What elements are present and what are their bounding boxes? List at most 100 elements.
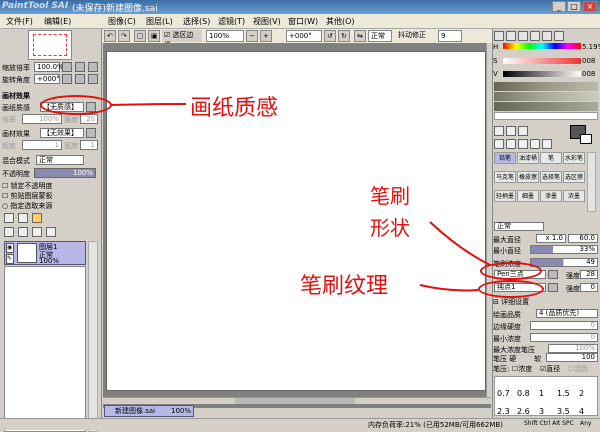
- swatch-icon[interactable]: [542, 31, 552, 41]
- visibility-eye-icon[interactable]: ◉: [6, 243, 14, 253]
- magic-wand-icon[interactable]: [518, 126, 528, 136]
- size-preset[interactable]: 2.3: [497, 407, 510, 416]
- tool-marker[interactable]: 马克笔: [494, 171, 516, 183]
- tool-ink-2[interactable]: 细墨: [517, 190, 539, 202]
- zoom-out-icon[interactable]: −: [246, 30, 258, 42]
- invert-icon[interactable]: ▣: [148, 30, 160, 42]
- layer-list-area[interactable]: [4, 266, 86, 432]
- horizontal-scrollbar[interactable]: [103, 397, 491, 404]
- max-size-multiplier[interactable]: x 1.0: [536, 234, 566, 243]
- tool-ink-3[interactable]: 渗墨: [540, 190, 562, 202]
- maximize-button[interactable]: □: [567, 1, 581, 12]
- menu-select[interactable]: 选择(S): [183, 16, 210, 27]
- pressure-blend-checkbox[interactable]: ☐混色: [568, 364, 588, 374]
- menu-layer[interactable]: 图层(L): [146, 16, 173, 27]
- menu-image[interactable]: 图像(C): [108, 16, 136, 27]
- lasso-icon[interactable]: [506, 126, 516, 136]
- degree-value[interactable]: 1: [22, 140, 62, 150]
- color-wheel-icon[interactable]: [494, 31, 504, 41]
- quality-select[interactable]: 4 (品质优先): [536, 309, 598, 318]
- paper-section-header[interactable]: 画材效果: [2, 91, 30, 101]
- close-button[interactable]: ×: [583, 1, 597, 12]
- tool-select-eraser[interactable]: 选区擦: [563, 171, 585, 183]
- value-slider[interactable]: [503, 71, 581, 77]
- layer-scrollbar[interactable]: [88, 241, 98, 432]
- tool-pencil[interactable]: 铅笔: [494, 152, 516, 164]
- menu-other[interactable]: 其他(O): [326, 16, 355, 27]
- selection-source-checkbox[interactable]: ○ 指定选取来源: [2, 201, 52, 211]
- zoom-value[interactable]: 100.0%: [34, 62, 64, 72]
- zoom-plus-icon[interactable]: [75, 62, 85, 72]
- width-value[interactable]: 1: [80, 140, 98, 150]
- new-layer-icon[interactable]: [4, 213, 14, 223]
- redo-icon[interactable]: ↷: [118, 30, 130, 42]
- rotate-tool-icon[interactable]: [530, 139, 540, 149]
- zoom-reset-icon[interactable]: [88, 62, 98, 72]
- move-icon[interactable]: [494, 139, 504, 149]
- new-folder-icon[interactable]: [32, 213, 42, 223]
- tool-ink-4[interactable]: 浓墨: [563, 190, 585, 202]
- brush-mode-select[interactable]: 正常: [494, 222, 544, 231]
- saturation-slider[interactable]: [503, 58, 581, 64]
- delete-layer-icon[interactable]: [46, 227, 56, 237]
- size-preset[interactable]: 2.6: [517, 407, 530, 416]
- brush-texture-dropdown-icon[interactable]: [548, 283, 558, 292]
- zoom-in-icon[interactable]: +: [260, 30, 272, 42]
- hue-slider[interactable]: [503, 43, 581, 49]
- layer-item[interactable]: ◉ ✎ 图层1 正常 100%: [4, 241, 86, 265]
- eyedropper-icon[interactable]: [542, 139, 552, 149]
- scratch-pad-icon[interactable]: [554, 31, 564, 41]
- effect-select[interactable]: 【无效果】: [40, 128, 84, 138]
- rotate-reset-icon[interactable]: [88, 74, 98, 84]
- size-preset[interactable]: 2: [579, 389, 584, 398]
- color-swatches-row-2[interactable]: [494, 92, 598, 101]
- zoom-minus-icon[interactable]: [62, 62, 72, 72]
- brush-shape-dropdown-icon[interactable]: [548, 270, 558, 279]
- tool-bucket[interactable]: 油漆桶: [517, 152, 539, 164]
- gradient-icon[interactable]: [530, 31, 540, 41]
- copy-layer-icon[interactable]: [4, 227, 14, 237]
- scale-value[interactable]: 100%: [22, 114, 62, 124]
- max-density-pressure-slider[interactable]: 100%: [548, 344, 598, 353]
- lock-opacity-checkbox[interactable]: ☐ 锁定不透明度: [2, 181, 53, 191]
- min-density-slider[interactable]: 0: [530, 333, 598, 342]
- tool-scrollbar[interactable]: [587, 152, 596, 212]
- selection-edge-toggle[interactable]: ☑ 选区边缘: [162, 30, 202, 49]
- menu-file[interactable]: 文件(F): [6, 16, 33, 27]
- drawing-canvas[interactable]: [106, 51, 486, 391]
- shape-strength-value[interactable]: 28: [580, 270, 598, 279]
- stabilizer-select[interactable]: 9: [438, 30, 462, 42]
- strength-value[interactable]: 20: [80, 114, 98, 124]
- size-preset[interactable]: 1: [539, 389, 544, 398]
- rotate-right-icon[interactable]: ↻: [338, 30, 350, 42]
- rotate-left-icon[interactable]: [62, 74, 72, 84]
- tool-eraser[interactable]: 橡皮擦: [517, 171, 539, 183]
- size-preset[interactable]: 3.5: [557, 407, 570, 416]
- max-size-value[interactable]: 60.0: [568, 234, 598, 243]
- size-preset[interactable]: 0.8: [517, 389, 530, 398]
- size-preset[interactable]: 3: [539, 407, 544, 416]
- rotate-value[interactable]: +000°: [34, 74, 60, 84]
- blend-select[interactable]: 正常: [368, 30, 392, 42]
- menu-view[interactable]: 视图(V): [253, 16, 281, 27]
- pressure-density-checkbox[interactable]: ☐浓度: [512, 364, 532, 374]
- clip-layer-checkbox[interactable]: ☐ 剪贴图层蒙板: [2, 191, 53, 201]
- rotate-field[interactable]: +000°: [286, 30, 322, 42]
- document-tab[interactable]: 新建图像.sai 100%: [104, 405, 194, 417]
- tool-pen[interactable]: 笔: [540, 152, 562, 164]
- color-swatches-row-3[interactable]: [494, 102, 598, 111]
- brush-density-slider[interactable]: 49: [530, 258, 598, 267]
- size-preset[interactable]: 1.5: [557, 389, 570, 398]
- menu-filter[interactable]: 滤镜(T): [218, 16, 245, 27]
- scratch-pad[interactable]: [494, 112, 598, 120]
- flip-icon[interactable]: ⇋: [354, 30, 366, 42]
- effect-dropdown-icon[interactable]: [86, 128, 96, 138]
- select-rect-icon[interactable]: [494, 126, 504, 136]
- detail-settings-toggle[interactable]: ⊟ 详细设置: [493, 297, 529, 307]
- hand-icon[interactable]: [518, 139, 528, 149]
- color-swatches-row-1[interactable]: [494, 82, 598, 91]
- tool-ink-1[interactable]: 轻柄墨: [494, 190, 516, 202]
- size-preset[interactable]: 4: [579, 407, 584, 416]
- pressure-slider[interactable]: 100: [546, 353, 598, 362]
- scroll-thumb[interactable]: [235, 398, 355, 404]
